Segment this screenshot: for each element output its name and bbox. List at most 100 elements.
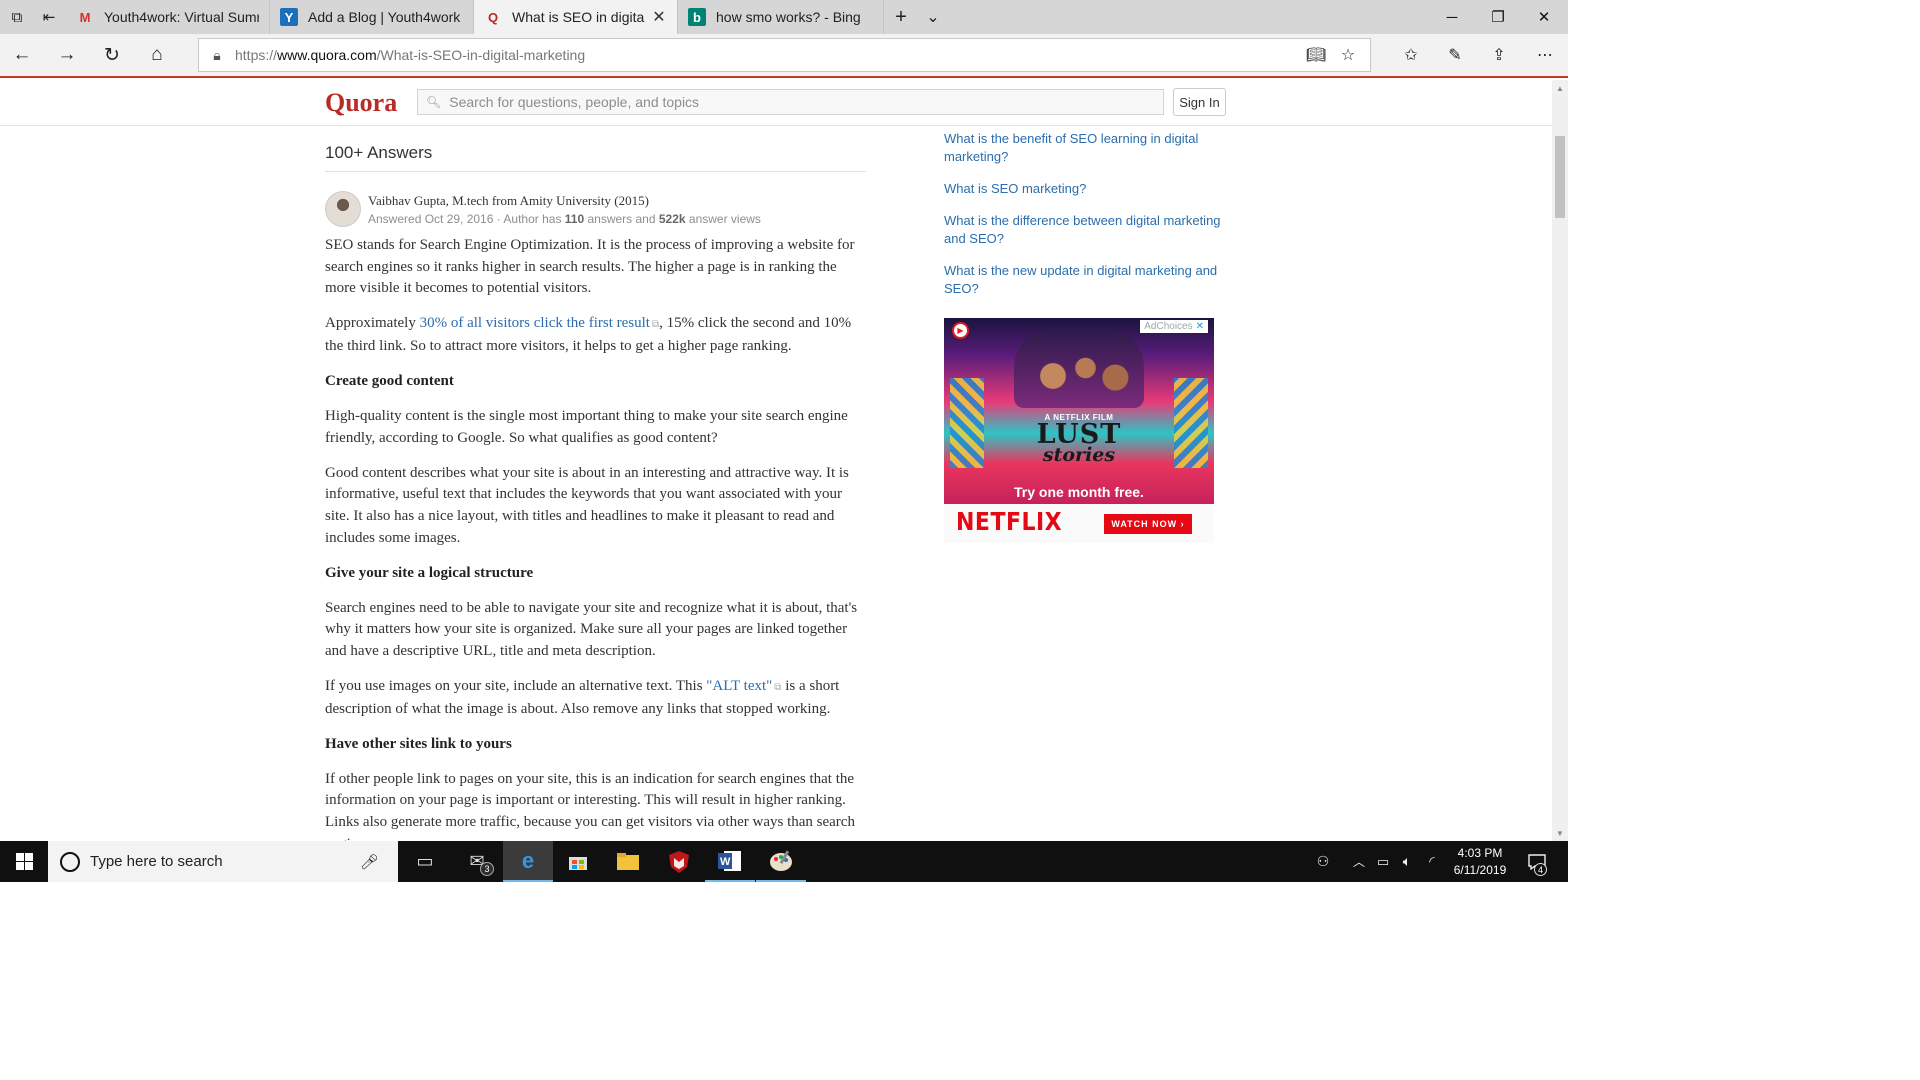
navigation-bar: ← → ↻ ⌂ 🔒︎ https://www.quora.com/What-is… — [0, 34, 1568, 78]
clock-time: 4:03 PM — [1457, 846, 1503, 860]
sign-in-button[interactable]: Sign In — [1173, 88, 1226, 116]
paragraph: If you use images on your site, include … — [325, 676, 870, 720]
author-meta: Answered Oct 29, 2016 · Author has 110 a… — [368, 212, 761, 226]
favorites-hub-icon[interactable]: ✩ — [1395, 38, 1427, 72]
mcafee-icon[interactable] — [654, 841, 704, 882]
divider — [325, 171, 866, 172]
search-icon: 🔍︎ — [426, 95, 442, 109]
home-icon[interactable]: ⌂ — [135, 34, 179, 76]
paint-app-icon[interactable] — [756, 841, 806, 882]
store-icon[interactable] — [553, 841, 603, 882]
set-tabs-aside-icon[interactable]: ⇤ — [32, 0, 66, 34]
tab-strip: ⧉ ⇤ M Youth4work: Virtual Summe Y Add a … — [0, 0, 1568, 34]
show-hidden-icons-chevron-icon[interactable]: ︿ — [1348, 841, 1370, 882]
tab-bing[interactable]: b how smo works? - Bing — [678, 0, 884, 34]
ad-tagline: Try one month free. — [1014, 484, 1144, 500]
alt-text-link[interactable]: "ALT text" — [706, 678, 772, 694]
paragraph: Search engines need to be able to naviga… — [325, 599, 858, 659]
people-icon[interactable]: ⚇ — [1308, 841, 1338, 882]
store-bag-icon — [569, 856, 587, 870]
scroll-down-arrow-icon[interactable]: ▼ — [1552, 825, 1568, 841]
reading-view-icon[interactable]: 📖︎ — [1300, 38, 1332, 72]
favorite-star-icon[interactable]: ☆ — [1332, 38, 1364, 72]
paragraph: If other people link to pages on your si… — [325, 770, 855, 841]
tab-gmail[interactable]: M Youth4work: Virtual Summe — [66, 0, 270, 34]
notification-count: 4 — [1534, 863, 1547, 876]
microphone-icon[interactable]: 🎤︎ — [360, 853, 379, 871]
paragraph: Approximately 30% of all visitors click … — [325, 313, 870, 357]
url-scheme: https:// — [235, 47, 278, 63]
tab-preview-icon[interactable]: ⧉ — [0, 0, 34, 34]
task-view-icon[interactable]: ▭ — [400, 841, 450, 882]
vertical-scrollbar[interactable]: ▲ ▼ — [1552, 80, 1568, 841]
answer-body: SEO stands for Search Engine Optimizatio… — [325, 235, 870, 841]
play-icon[interactable]: ▶ — [952, 322, 969, 339]
gmail-icon: M — [79, 9, 91, 25]
lock-icon: 🔒︎ — [213, 46, 221, 63]
mcafee-shield-icon — [669, 850, 689, 873]
answer-author: Vaibhav Gupta, M.tech from Amity Univers… — [325, 191, 885, 231]
windows-start-button[interactable] — [0, 841, 48, 882]
close-window-button[interactable]: ✕ — [1521, 0, 1567, 34]
scroll-up-arrow-icon[interactable]: ▲ — [1552, 80, 1568, 96]
paragraph: Good content describes what your site is… — [325, 464, 849, 546]
word-document-icon: W — [718, 850, 741, 871]
ad-close-icon[interactable]: ✕ — [1196, 321, 1204, 332]
answers-total: 110 — [564, 212, 585, 226]
paragraph-text: Approximately — [325, 315, 420, 332]
youth4work-icon: Y — [280, 8, 298, 26]
mail-app-icon[interactable]: ✉ 3 — [452, 841, 502, 882]
action-center-icon[interactable]: 4 — [1522, 841, 1552, 882]
close-tab-icon[interactable]: ✕ — [651, 7, 667, 27]
folder-icon — [617, 853, 639, 870]
tab-label: how smo works? - Bing — [716, 9, 861, 25]
answered-date: Answered Oct 29, 2016 · Author has — [368, 212, 565, 226]
back-arrow-icon[interactable]: ← — [0, 34, 44, 76]
address-bar[interactable]: 🔒︎ https://www.quora.com/What-is-SEO-in-… — [198, 38, 1371, 72]
tab-label: What is SEO in digital m — [512, 9, 645, 25]
meta-text: answer views — [685, 212, 761, 226]
meta-text: answers and — [584, 212, 659, 226]
forward-arrow-icon[interactable]: → — [45, 34, 89, 76]
word-app-icon[interactable]: W — [705, 841, 755, 882]
more-options-icon[interactable]: ⋯ — [1529, 38, 1561, 72]
web-note-pen-icon[interactable]: ✎ — [1439, 38, 1471, 72]
paragraph-text: If you use images on your site, include … — [325, 678, 707, 694]
ad-subtitle: stories — [1042, 444, 1116, 466]
first-result-link[interactable]: 30% of all visitors click the first resu… — [420, 315, 650, 331]
related-question-link[interactable]: What is the benefit of SEO learning in d… — [944, 130, 1224, 166]
section-heading: Create good content — [325, 372, 454, 389]
new-tab-button[interactable]: + — [884, 0, 918, 34]
restore-button[interactable]: ❐ — [1475, 0, 1521, 34]
related-question-link[interactable]: What is SEO marketing? — [944, 180, 1224, 198]
scroll-thumb[interactable] — [1555, 136, 1565, 218]
ad-choices[interactable]: AdChoices ✕ — [1140, 320, 1208, 333]
watch-now-button[interactable]: WATCH NOW › — [1104, 514, 1192, 534]
related-question-link[interactable]: What is the difference between digital m… — [944, 212, 1224, 248]
edge-browser-icon[interactable]: e — [503, 841, 553, 882]
tab-youth4work[interactable]: Y Add a Blog | Youth4work — [270, 0, 474, 34]
author-name[interactable]: Vaibhav Gupta, M.tech from Amity Univers… — [368, 193, 649, 209]
tab-list-chevron-icon[interactable]: ⌄ — [916, 0, 950, 34]
taskbar-search[interactable]: 🎤︎ — [48, 841, 398, 882]
avatar[interactable] — [325, 191, 361, 227]
minimize-button[interactable]: ─ — [1429, 0, 1475, 34]
share-icon[interactable]: ⇪ — [1483, 38, 1515, 72]
cortana-icon[interactable] — [60, 851, 80, 872]
battery-icon[interactable]: ▭ — [1372, 841, 1394, 882]
quora-search-box[interactable]: 🔍︎ — [417, 89, 1164, 115]
volume-icon[interactable]: 🔈︎ — [1396, 841, 1418, 882]
taskbar-search-input[interactable] — [90, 853, 360, 870]
paragraph: SEO stands for Search Engine Optimizatio… — [325, 237, 855, 297]
url-text[interactable]: https://www.quora.com/What-is-SEO-in-dig… — [235, 47, 585, 63]
quora-logo[interactable]: Quora — [325, 88, 397, 118]
answers-count: 100+ Answers — [325, 143, 433, 162]
refresh-icon[interactable]: ↻ — [90, 34, 134, 76]
search-input[interactable] — [449, 94, 1150, 110]
tab-quora[interactable]: Q What is SEO in digital m ✕ — [474, 0, 678, 34]
file-explorer-icon[interactable] — [603, 841, 653, 882]
related-question-link[interactable]: What is the new update in digital market… — [944, 262, 1224, 298]
system-clock[interactable]: 4:03 PM 6/11/2019 — [1438, 845, 1522, 879]
quora-icon: Q — [487, 9, 499, 25]
netflix-ad[interactable]: ▶ AdChoices ✕ A NETFLIX FILM LUST stories… — [944, 318, 1214, 543]
